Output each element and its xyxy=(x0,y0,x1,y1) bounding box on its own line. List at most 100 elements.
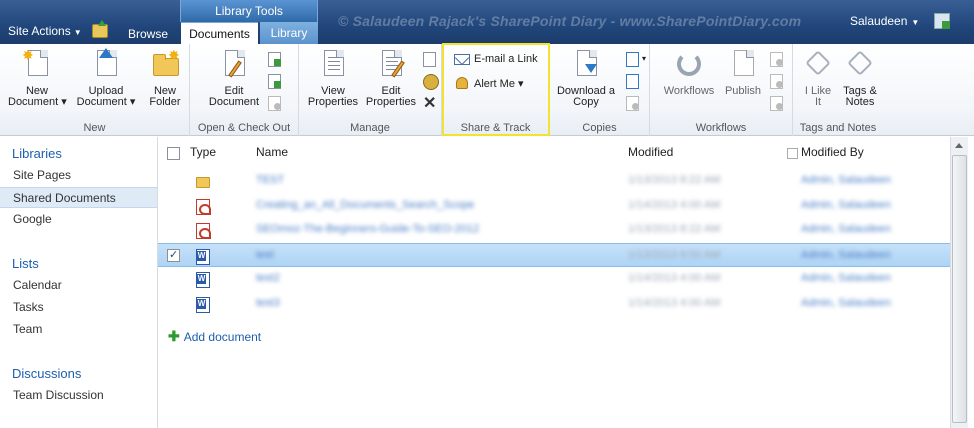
alert-me-button[interactable]: Alert Me ▾ xyxy=(454,76,534,92)
nav-item-tasks[interactable]: Tasks xyxy=(0,297,157,318)
group-share-track: E-mail a Link Alert Me ▾ Share & Track xyxy=(442,44,550,136)
tab-browse[interactable]: Browse xyxy=(118,23,178,44)
row-name-link[interactable]: test xyxy=(256,249,274,261)
check-in-icon[interactable] xyxy=(268,74,281,89)
discard-check-out-icon[interactable] xyxy=(268,96,281,111)
row-modified: 1/14/2013 4:00 AM xyxy=(628,296,721,309)
column-header-modified-by[interactable]: Modified By xyxy=(801,145,864,159)
table-row[interactable]: test2 1/14/2013 4:00 AM Admin, Salaudeen xyxy=(158,267,950,291)
site-actions-label: Site Actions xyxy=(8,24,71,38)
row-name-link[interactable]: SEOmoz-The-Beginners-Guide-To-SEO-2012 xyxy=(256,223,479,235)
vertical-scrollbar[interactable] xyxy=(950,137,968,428)
edit-document-button[interactable]: Edit Document xyxy=(204,48,264,108)
row-name-link[interactable]: test3 xyxy=(256,297,280,309)
row-modified-by-link[interactable]: Admin, Salaudeen xyxy=(801,297,891,309)
cancel-approval-icon[interactable] xyxy=(770,96,783,111)
group-tags-notes: I Like It Tags & Notes Tags and Notes xyxy=(793,44,883,136)
version-history-icon[interactable] xyxy=(423,52,436,67)
modified-by-filter-checkbox[interactable] xyxy=(787,148,798,159)
row-modified: 1/13/2013 8:22 AM xyxy=(628,223,721,235)
row-modified-by-link[interactable]: Admin, Salaudeen xyxy=(801,199,891,211)
row-modified-by-link[interactable]: Admin, Salaudeen xyxy=(801,174,891,186)
upload-document-button[interactable]: Upload Document ▾ xyxy=(75,48,137,108)
table-row[interactable]: test3 1/14/2013 4:00 AM Admin, Salaudeen xyxy=(158,292,950,316)
group-label-open-checkout: Open & Check Out xyxy=(197,122,291,134)
nav-item-team-discussion[interactable]: Team Discussion xyxy=(0,385,157,406)
download-copy-button[interactable]: Download a Copy xyxy=(552,48,620,108)
tags-notes-icon xyxy=(845,48,875,82)
nav-item-shared-documents[interactable]: Shared Documents xyxy=(0,187,157,208)
group-label-share-track: Share & Track xyxy=(460,122,531,134)
like-tag-icon xyxy=(803,48,833,82)
nav-item-calendar[interactable]: Calendar xyxy=(0,275,157,296)
top-bar: Site Actions ▼ Browse Library Tools Docum… xyxy=(0,0,974,44)
view-properties-icon xyxy=(318,48,348,82)
user-menu[interactable]: Salaudeen ▼ xyxy=(850,14,919,28)
site-actions-menu[interactable]: Site Actions ▼ xyxy=(0,20,90,44)
row-checkbox[interactable] xyxy=(167,248,180,262)
group-manage: View Properties Edit Properties ✕ Manage xyxy=(299,44,442,136)
row-name-link[interactable]: test2 xyxy=(256,272,280,284)
folder-icon xyxy=(196,177,210,188)
new-folder-button[interactable]: ✸ New Folder xyxy=(144,48,186,108)
nav-item-team[interactable]: Team xyxy=(0,319,157,340)
navigate-up-icon[interactable] xyxy=(92,20,108,38)
scroll-thumb[interactable] xyxy=(952,155,967,423)
document-permissions-icon[interactable] xyxy=(423,74,439,90)
edit-properties-button[interactable]: Edit Properties xyxy=(363,48,419,108)
table-row[interactable]: Creating_an_All_Documents_Search_Scope 1/… xyxy=(158,194,950,218)
new-document-icon: ✸ xyxy=(22,48,52,82)
document-library-view: Type Name Modified Modified By TEST 1/13/… xyxy=(158,137,950,428)
publish-button[interactable]: Publish xyxy=(720,48,766,97)
tags-notes-button[interactable]: Tags & Notes xyxy=(839,48,881,108)
upload-icon xyxy=(91,48,121,82)
manage-copies-icon[interactable] xyxy=(626,74,639,89)
view-properties-button[interactable]: View Properties xyxy=(305,48,361,108)
publish-icon xyxy=(728,48,758,82)
nav-item-site-pages[interactable]: Site Pages xyxy=(0,165,157,186)
tab-documents[interactable]: Documents xyxy=(181,22,258,44)
table-row[interactable]: TEST 1/13/2013 8:22 AM Admin, Salaudeen xyxy=(158,169,950,193)
select-all-checkbox[interactable] xyxy=(167,147,180,160)
plus-icon: ✚ xyxy=(168,328,180,344)
column-header-modified[interactable]: Modified xyxy=(628,145,673,159)
go-to-source-icon[interactable] xyxy=(626,96,639,111)
row-modified: 1/14/2013 4:00 AM xyxy=(628,272,721,284)
add-document-label: Add document xyxy=(183,330,262,344)
send-to-icon[interactable] xyxy=(626,52,639,67)
pdf-icon xyxy=(196,198,211,215)
row-modified-by-link[interactable]: Admin, Salaudeen xyxy=(801,249,891,261)
nav-heading-libraries[interactable]: Libraries xyxy=(12,146,62,161)
group-workflows: Workflows Publish Workflows xyxy=(650,44,793,136)
scroll-up-arrow-icon[interactable] xyxy=(955,143,963,148)
email-icon xyxy=(454,54,470,65)
nav-item-google[interactable]: Google xyxy=(0,209,157,230)
table-row[interactable]: test 1/13/2013 8:50 AM Admin, Salaudeen xyxy=(158,242,950,267)
sync-icon[interactable] xyxy=(934,13,950,29)
edit-properties-icon xyxy=(376,48,406,82)
workflow-icon xyxy=(674,48,704,82)
workflows-button[interactable]: Workflows xyxy=(660,48,718,97)
table-row[interactable]: SEOmoz-The-Beginners-Guide-To-SEO-2012 1/… xyxy=(158,218,950,242)
group-label-copies: Copies xyxy=(582,122,617,134)
unpublish-icon[interactable] xyxy=(770,52,783,67)
add-document-link[interactable]: ✚ Add document xyxy=(168,328,261,345)
row-name-link[interactable]: Creating_an_All_Documents_Search_Scope xyxy=(256,199,474,211)
column-header-type[interactable]: Type xyxy=(190,145,216,159)
word-icon xyxy=(196,296,210,313)
check-out-icon[interactable] xyxy=(268,52,281,67)
new-document-button[interactable]: ✸ New Document ▾ xyxy=(8,48,67,108)
delete-document-icon[interactable]: ✕ xyxy=(423,96,436,112)
group-label-workflows: Workflows xyxy=(695,122,747,134)
row-modified-by-link[interactable]: Admin, Salaudeen xyxy=(801,272,891,284)
column-header-name[interactable]: Name xyxy=(256,145,288,159)
row-modified: 1/13/2013 8:50 AM xyxy=(628,248,721,261)
alert-bell-icon xyxy=(456,77,468,89)
tab-library[interactable]: Library xyxy=(260,22,318,44)
nav-heading-lists[interactable]: Lists xyxy=(12,256,39,271)
i-like-it-button[interactable]: I Like It xyxy=(799,48,837,108)
nav-heading-discussions[interactable]: Discussions xyxy=(12,366,81,381)
row-name-link[interactable]: TEST xyxy=(256,174,284,186)
approve-reject-icon[interactable] xyxy=(770,74,783,89)
row-modified-by-link[interactable]: Admin, Salaudeen xyxy=(801,223,891,235)
